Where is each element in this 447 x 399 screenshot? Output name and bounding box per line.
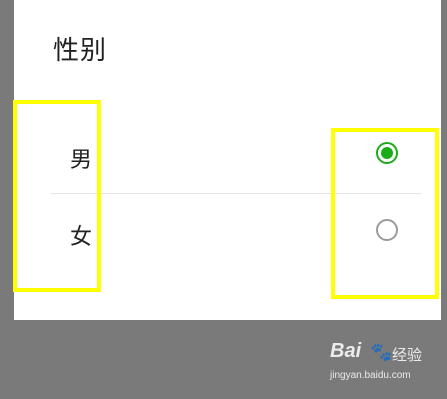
paw-icon: 🐾 <box>370 342 393 363</box>
watermark-jingyan: 经验 <box>392 346 423 364</box>
highlight-box-radios <box>331 128 439 299</box>
watermark-url: jingyan.baidu.com <box>330 370 411 381</box>
background-scrim-left <box>0 0 14 399</box>
dialog-title: 性别 <box>53 36 108 66</box>
watermark-logo: Bai <box>330 340 362 362</box>
baidu-jingyan-watermark: Bai 🐾 经验 jingyan.baidu.com <box>330 340 440 390</box>
background-scrim-right <box>441 0 447 399</box>
highlight-box-labels <box>13 100 101 292</box>
